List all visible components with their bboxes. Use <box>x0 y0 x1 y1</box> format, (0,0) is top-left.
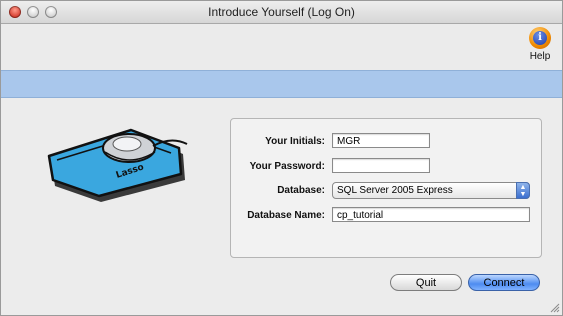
login-window: Introduce Yourself (Log On) i Help Lasso <box>0 0 563 316</box>
select-arrows-icon: ▲ ▼ <box>516 182 530 199</box>
initials-label: Your Initials: <box>265 136 325 147</box>
password-label: Your Password: <box>249 161 325 172</box>
quit-button[interactable]: Quit <box>390 274 462 291</box>
initials-row: Your Initials: MGR <box>231 133 541 151</box>
help-icon: i <box>529 27 551 49</box>
database-row: Database: SQL Server 2005 Express ▲ ▼ <box>231 182 541 200</box>
database-name-field[interactable]: cp_tutorial <box>332 207 530 222</box>
header-banner <box>1 70 562 98</box>
resize-grip-icon[interactable] <box>550 303 560 313</box>
title-bar[interactable]: Introduce Yourself (Log On) <box>1 1 562 24</box>
database-select[interactable]: SQL Server 2005 Express ▲ ▼ <box>332 182 530 199</box>
initials-field[interactable]: MGR <box>332 133 430 148</box>
database-name-label: Database Name: <box>247 210 325 221</box>
window-title: Introduce Yourself (Log On) <box>208 5 355 19</box>
connect-button[interactable]: Connect <box>468 274 540 291</box>
database-name-row: Database Name: cp_tutorial <box>231 207 541 225</box>
login-form-panel: Your Initials: MGR Your Password: Databa… <box>230 118 542 258</box>
help-icon-glyph: i <box>533 31 547 45</box>
database-selected-value: SQL Server 2005 Express <box>337 185 453 196</box>
toolbar: i Help <box>1 24 562 70</box>
password-row: Your Password: <box>231 158 541 176</box>
main-content: Lasso Your Initials: MGR Your Password: … <box>1 98 562 315</box>
password-field[interactable] <box>332 158 430 173</box>
help-button[interactable]: i Help <box>524 27 556 69</box>
app-logo-icon: Lasso <box>47 128 188 202</box>
help-label: Help <box>529 51 551 62</box>
database-label: Database: <box>277 185 325 196</box>
